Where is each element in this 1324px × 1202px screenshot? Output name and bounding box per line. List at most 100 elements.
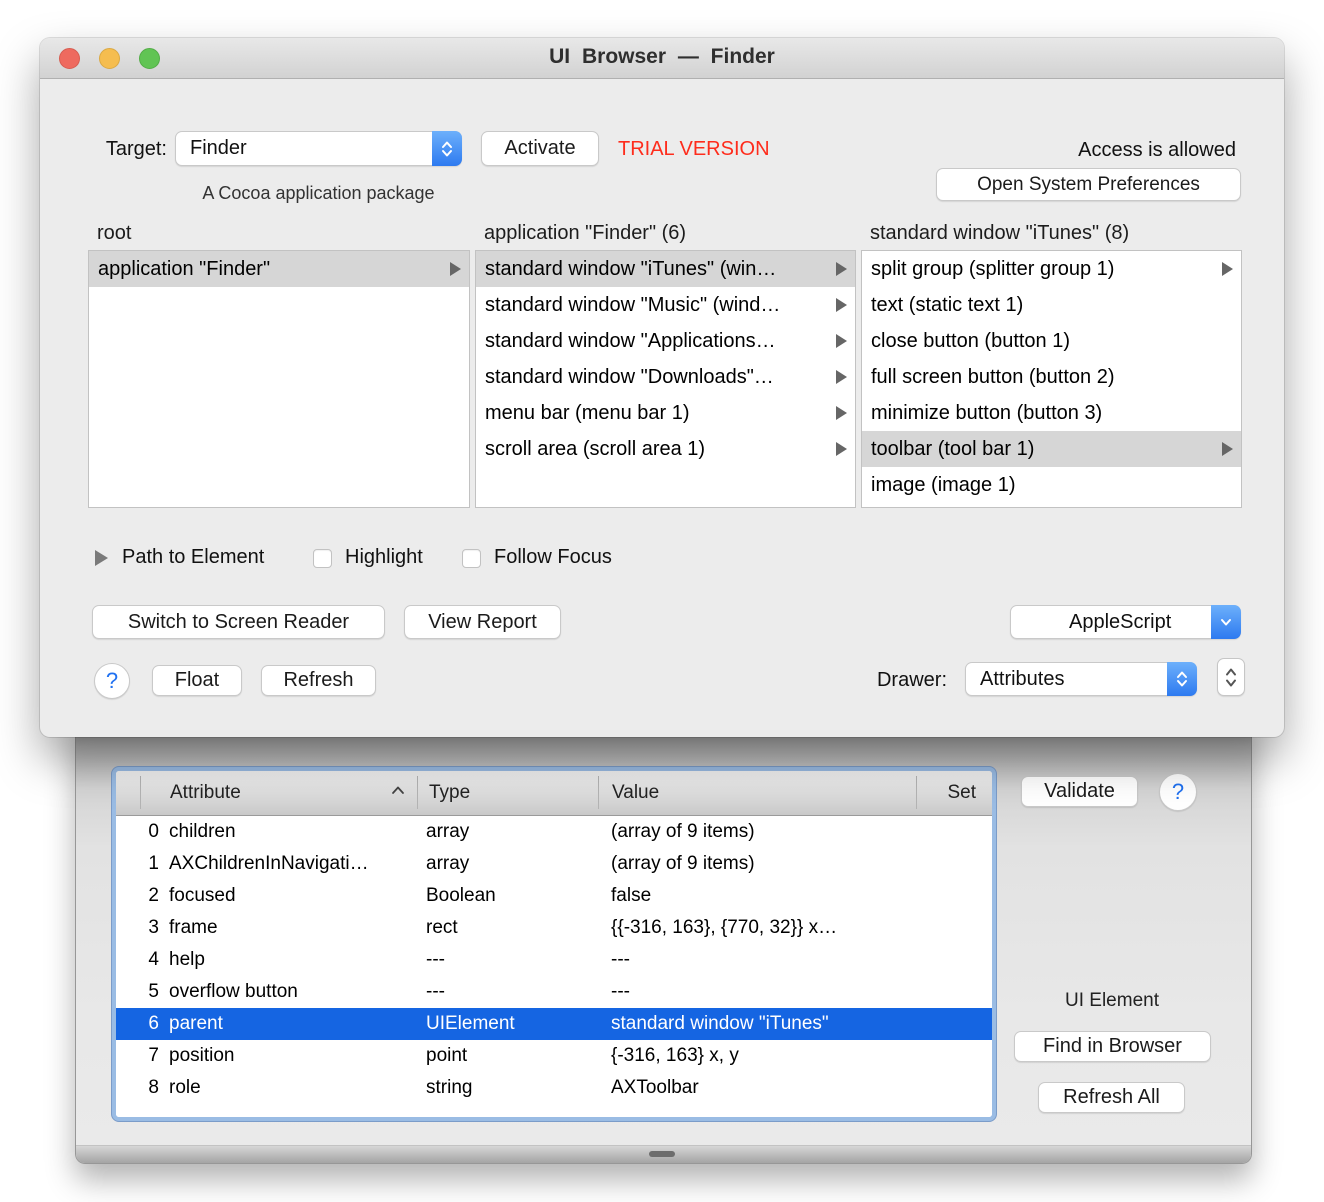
applescript-menu[interactable]: AppleScript bbox=[1010, 605, 1241, 639]
attribute-row[interactable]: 1 AXChildrenInNavigati… array (array of 9 i… bbox=[116, 848, 992, 880]
browser-column-root: application "Finder" bbox=[88, 250, 470, 508]
find-in-browser-button[interactable]: Find in Browser bbox=[1014, 1031, 1211, 1062]
triangle-right-icon bbox=[836, 406, 847, 420]
help-icon[interactable]: ? bbox=[1159, 773, 1197, 811]
attribute-row-index: 6 bbox=[148, 1013, 159, 1034]
open-system-preferences-button[interactable]: Open System Preferences bbox=[936, 168, 1241, 201]
column-separator bbox=[598, 776, 599, 809]
disclosure-triangle-icon[interactable] bbox=[95, 550, 108, 566]
resize-handle-icon[interactable] bbox=[649, 1151, 675, 1157]
switch-to-screen-reader-button[interactable]: Switch to Screen Reader bbox=[92, 605, 385, 639]
refresh-button[interactable]: Refresh bbox=[261, 665, 376, 696]
drawer-stepper[interactable] bbox=[1217, 658, 1245, 696]
attribute-row[interactable]: 6 parent UIElement standard window "iTunes" bbox=[116, 1008, 992, 1040]
target-select-value: Finder bbox=[190, 137, 247, 159]
window-title: UI Browser — Finder bbox=[549, 45, 775, 68]
attribute-row-index: 3 bbox=[148, 917, 159, 938]
attribute-row[interactable]: 5 overflow button --- --- bbox=[116, 976, 992, 1008]
browser-item-label: full screen button (button 2) bbox=[871, 365, 1115, 388]
browser-item[interactable]: toolbar (tool bar 1) bbox=[862, 431, 1241, 467]
triangle-right-icon bbox=[1222, 262, 1233, 276]
attribute-type: rect bbox=[426, 917, 458, 938]
browser-item-label: application "Finder" bbox=[98, 257, 271, 280]
browser-item-label: scroll area (scroll area 1) bbox=[485, 437, 706, 460]
browser-item[interactable]: full screen button (button 2) bbox=[862, 359, 1241, 395]
browser-item[interactable]: standard window "Music" (wind… bbox=[476, 287, 855, 323]
browser-column-header: application "Finder" (6) bbox=[484, 222, 687, 244]
browser-item[interactable]: text (static text 1) bbox=[862, 287, 1241, 323]
browser-item[interactable]: scroll area (scroll area 1) bbox=[476, 431, 855, 467]
browser-item[interactable]: image (image 1) bbox=[862, 467, 1241, 503]
view-report-button[interactable]: View Report bbox=[404, 605, 561, 639]
chevron-up-down-icon bbox=[432, 131, 462, 166]
attribute-row[interactable]: 0 children array (array of 9 items) bbox=[116, 816, 992, 848]
browser-item-label: image (image 1) bbox=[871, 473, 1016, 496]
browser-column-window: split group (splitter group 1) text (stat… bbox=[861, 250, 1242, 508]
attribute-row-index: 7 bbox=[148, 1045, 159, 1066]
float-button[interactable]: Float bbox=[152, 665, 242, 696]
column-header-type[interactable]: Type bbox=[429, 782, 470, 804]
chevron-down-icon bbox=[1211, 605, 1241, 639]
column-separator bbox=[417, 776, 418, 809]
applescript-menu-label: AppleScript bbox=[1069, 610, 1172, 633]
attribute-row[interactable]: 3 frame rect {{-316, 163}, {770, 32}} x… bbox=[116, 912, 992, 944]
attributes-table-focus-ring: Attribute Type Value Set 0 children array (… bbox=[111, 766, 997, 1122]
attribute-type: array bbox=[426, 821, 470, 842]
attribute-type: array bbox=[426, 853, 470, 874]
attribute-name: children bbox=[169, 821, 236, 842]
attribute-type: UIElement bbox=[426, 1013, 515, 1034]
column-header-attribute[interactable]: Attribute bbox=[170, 782, 241, 804]
activate-button[interactable]: Activate bbox=[481, 131, 599, 166]
chevron-down-icon bbox=[1226, 679, 1236, 686]
browser-item[interactable]: application "Finder" bbox=[89, 251, 469, 287]
browser-item[interactable]: menu bar (menu bar 1) bbox=[476, 395, 855, 431]
attribute-name: position bbox=[169, 1045, 235, 1066]
highlight-checkbox[interactable] bbox=[313, 549, 332, 568]
attribute-value: standard window "iTunes" bbox=[611, 1013, 829, 1034]
refresh-all-button[interactable]: Refresh All bbox=[1038, 1082, 1185, 1113]
browser-item[interactable]: standard window "iTunes" (win… bbox=[476, 251, 855, 287]
browser-item[interactable]: standard window "Applications… bbox=[476, 323, 855, 359]
attribute-value: (array of 9 items) bbox=[611, 853, 755, 874]
attribute-name: focused bbox=[169, 885, 236, 906]
main-window: UI Browser — Finder Target: Finder Activ… bbox=[40, 38, 1284, 737]
follow-focus-checkbox[interactable] bbox=[462, 549, 481, 568]
attribute-row[interactable]: 8 role string AXToolbar bbox=[116, 1072, 992, 1104]
attribute-row-index: 0 bbox=[148, 821, 159, 842]
attribute-value: AXToolbar bbox=[611, 1077, 699, 1098]
triangle-right-icon bbox=[836, 334, 847, 348]
attribute-row[interactable]: 2 focused Boolean false bbox=[116, 880, 992, 912]
attribute-row-index: 8 bbox=[148, 1077, 159, 1098]
column-separator bbox=[140, 776, 141, 809]
browser-item[interactable]: close button (button 1) bbox=[862, 323, 1241, 359]
column-header-set[interactable]: Set bbox=[947, 782, 976, 804]
chevron-up-down-icon bbox=[1167, 662, 1197, 696]
attribute-value: false bbox=[611, 885, 652, 906]
browser-item[interactable]: standard window "Downloads"… bbox=[476, 359, 855, 395]
attribute-row[interactable]: 7 position point {-316, 163} x, y bbox=[116, 1040, 992, 1072]
attribute-row[interactable]: 4 help --- --- bbox=[116, 944, 992, 976]
help-icon[interactable]: ? bbox=[94, 663, 130, 699]
browser-item-label: minimize button (button 3) bbox=[871, 401, 1103, 424]
attribute-name: role bbox=[169, 1077, 201, 1098]
validate-button[interactable]: Validate bbox=[1021, 776, 1138, 807]
attribute-type: string bbox=[426, 1077, 473, 1098]
drawer-select[interactable]: Attributes bbox=[965, 662, 1197, 696]
path-to-element-label[interactable]: Path to Element bbox=[122, 546, 264, 569]
browser-item[interactable]: split group (splitter group 1) bbox=[862, 251, 1241, 287]
follow-focus-label: Follow Focus bbox=[494, 546, 612, 568]
highlight-label: Highlight bbox=[345, 546, 423, 568]
column-header-value[interactable]: Value bbox=[612, 782, 659, 804]
browser-item-label: text (static text 1) bbox=[871, 293, 1024, 316]
title-bar[interactable]: UI Browser — Finder bbox=[40, 38, 1284, 79]
attribute-value: {-316, 163} x, y bbox=[611, 1045, 739, 1066]
attribute-name: frame bbox=[169, 917, 218, 938]
attribute-name: AXChildrenInNavigati… bbox=[169, 853, 369, 874]
attribute-value: {{-316, 163}, {770, 32}} x… bbox=[611, 917, 838, 938]
browser-item[interactable]: minimize button (button 3) bbox=[862, 395, 1241, 431]
target-select[interactable]: Finder bbox=[175, 131, 462, 166]
attribute-type: --- bbox=[426, 981, 445, 1002]
attribute-row-index: 4 bbox=[148, 949, 159, 970]
attributes-table-header[interactable]: Attribute Type Value Set bbox=[116, 771, 992, 816]
attribute-value: --- bbox=[611, 949, 630, 970]
